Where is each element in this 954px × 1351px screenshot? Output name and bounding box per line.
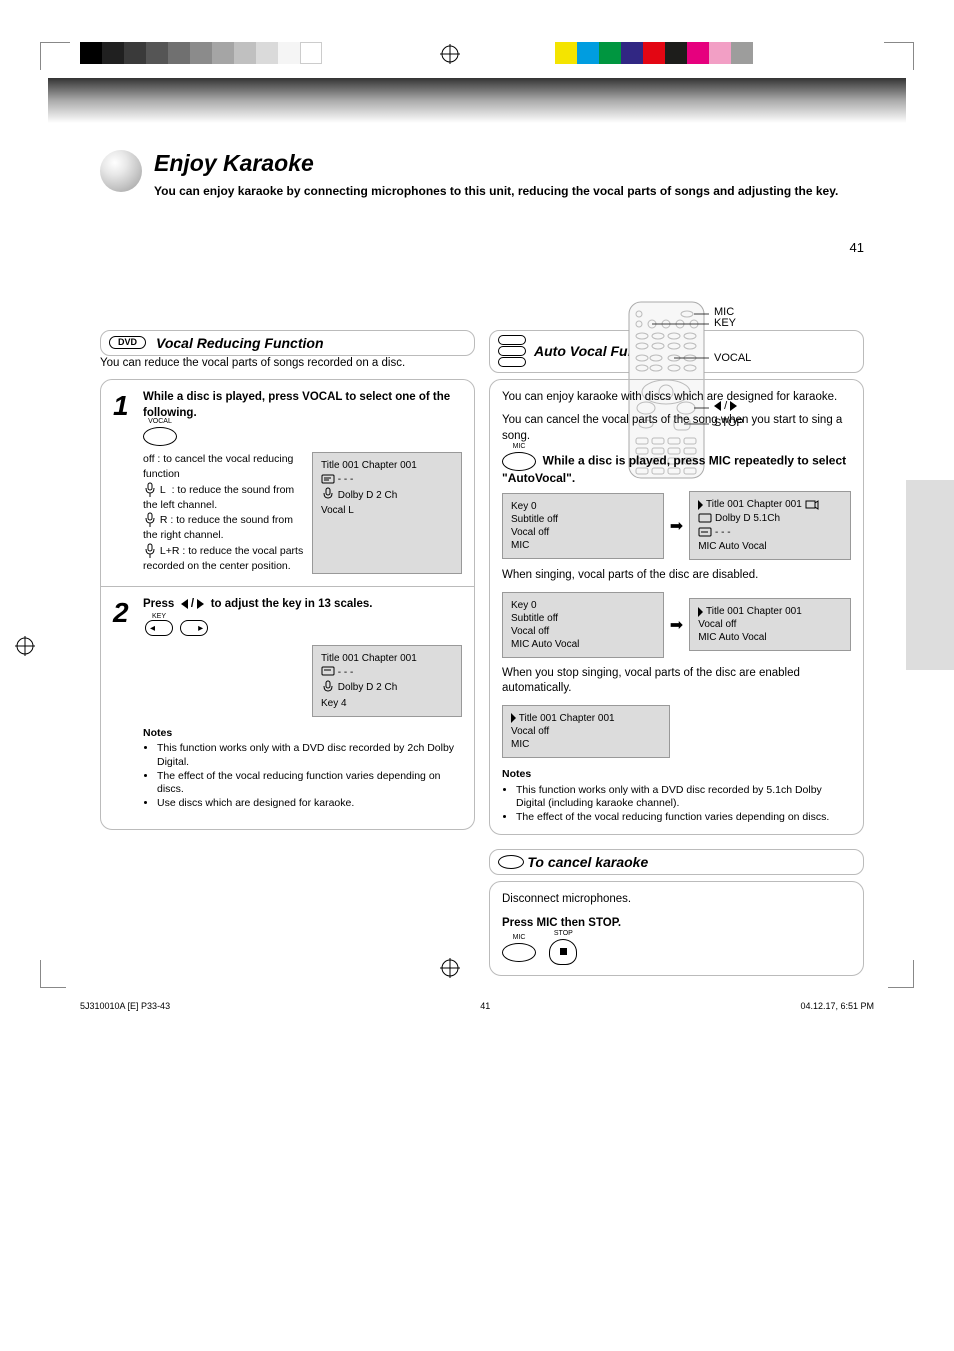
footer-page: 41 <box>480 1001 490 1011</box>
osd-subtitle: - - - <box>338 666 354 679</box>
registration-mark-icon <box>440 958 460 978</box>
osd-display: Key 0 Subtitle off Vocal off MIC <box>502 493 664 559</box>
option-l: L : to reduce the sound from the left ch… <box>143 482 304 513</box>
crop-mark-icon <box>40 960 66 988</box>
option-off: off : to cancel the vocal reducing funct… <box>143 452 304 481</box>
section-intro: You can enjoy karaoke with discs which a… <box>502 390 851 406</box>
option-lr: L+R : to reduce the vocal parts recorded… <box>143 543 304 574</box>
notes-heading: Notes <box>143 727 462 741</box>
crop-mark-icon <box>40 42 70 70</box>
osd-subtitle: - - - <box>338 473 354 486</box>
osd-line: MIC Auto Vocal <box>511 638 655 651</box>
osd-line: Vocal off <box>511 526 655 539</box>
note-item: The effect of the vocal reducing functio… <box>157 770 462 797</box>
osd-line: MIC Auto Vocal <box>698 540 842 553</box>
osd-display: Title 001 Chapter 001 Vocal off MIC Auto… <box>689 598 851 651</box>
footer: 5J310010A [E] P33-43 41 04.12.17, 6:51 P… <box>80 1001 874 1011</box>
osd-line: Key 0 <box>511 599 655 612</box>
page-subtitle: You can enjoy karaoke by connecting micr… <box>154 183 864 200</box>
grayscale-calibration <box>80 42 322 64</box>
osd-title: Title 001 Chapter 001 <box>321 652 453 665</box>
skip-fwd-button[interactable]: ▸ <box>180 620 208 636</box>
remote-label-vocal: VOCAL <box>714 352 751 364</box>
mic-button[interactable]: MIC <box>502 452 536 471</box>
step-number: 1 <box>113 390 143 422</box>
osd-line: MIC <box>511 539 655 552</box>
notes-list: This function works only with a DVD disc… <box>143 742 462 810</box>
osd-line: Vocal off <box>511 625 655 638</box>
steps-panel: You can enjoy karaoke with discs which a… <box>489 379 864 836</box>
step-text: While a disc is played, press VOCAL to s… <box>143 391 450 419</box>
note-item: This function works only with a DVD disc… <box>516 784 851 811</box>
notes-list: This function works only with a DVD disc… <box>502 784 851 825</box>
section-intro: You can cancel the vocal parts of the so… <box>502 413 851 444</box>
cancel-text: Disconnect microphones. <box>502 892 851 908</box>
osd-display: Title 001 Chapter 001 - - - Dolby D 2 Ch… <box>312 645 462 717</box>
osd-line: Subtitle off <box>511 612 655 625</box>
crop-mark-icon <box>888 960 914 988</box>
osd-display: Title 001 Chapter 001 - - - Dolby D 2 Ch… <box>312 452 462 573</box>
osd-title: Title 001 Chapter 001 <box>321 459 453 472</box>
page-title: Enjoy Karaoke <box>154 150 864 177</box>
crop-mark-icon <box>884 42 914 70</box>
stop-button[interactable]: STOP <box>549 939 577 965</box>
step-text: While a disc is played, press MIC repeat… <box>502 454 846 485</box>
osd-line: Title 001 Chapter 001 <box>519 713 615 724</box>
section-intro: You can reduce the vocal parts of songs … <box>100 356 475 372</box>
note-item: The effect of the vocal reducing functio… <box>516 811 851 825</box>
cancel-panel: Disconnect microphones. Press MIC then S… <box>489 881 864 976</box>
notes-heading: Notes <box>502 768 851 782</box>
osd-display: Key 0 Subtitle off Vocal off MIC Auto Vo… <box>502 592 664 658</box>
section-header-cancel: To cancel karaoke <box>489 849 864 875</box>
osd-line: Subtitle off <box>511 513 655 526</box>
osd-line: Title 001 Chapter 001 <box>706 606 802 617</box>
print-registration-top <box>0 0 954 100</box>
section-header-vocal-reducing: DVD Vocal Reducing Function <box>100 330 475 356</box>
osd-line: - - - <box>715 526 731 539</box>
section-title: Vocal Reducing Function <box>156 335 324 351</box>
cancel-text: Press MIC then STOP. <box>502 917 621 929</box>
color-calibration <box>555 42 753 64</box>
mic-button[interactable]: MIC <box>502 943 536 962</box>
vocal-button[interactable]: VOCAL <box>143 427 177 446</box>
bullet-sphere-icon <box>100 150 142 192</box>
step-text: Press / to adjust the key in 13 scales. <box>143 598 372 610</box>
dvd-badge-icon: DVD <box>109 336 146 349</box>
osd-line: MIC <box>511 738 661 751</box>
osd-line: Title 001 Chapter 001 <box>706 499 802 510</box>
osd-vocal-setting: Vocal L <box>321 504 453 517</box>
footer-date: 04.12.17, 6:51 PM <box>800 1001 874 1011</box>
arrow-right-icon: ➡ <box>670 516 683 536</box>
osd-key-setting: Key 4 <box>321 697 453 710</box>
footer-file: 5J310010A [E] P33-43 <box>80 1001 170 1011</box>
section-title: To cancel karaoke <box>527 854 648 870</box>
osd-line: Dolby D 5.1Ch <box>715 512 780 525</box>
osd-display: Title 001 Chapter 001 Dolby D 5.1Ch - - … <box>689 491 851 560</box>
disc-badge-icon <box>498 855 524 869</box>
osd-line: Vocal off <box>698 618 842 631</box>
osd-audio: Dolby D 2 Ch <box>338 489 397 502</box>
registration-mark-icon <box>440 44 460 64</box>
osd-display: Title 001 Chapter 001 Vocal off MIC <box>502 705 670 758</box>
osd-line: Vocal off <box>511 725 661 738</box>
option-r: R : to reduce the sound from the right c… <box>143 512 304 543</box>
osd-line: MIC Auto Vocal <box>698 631 842 644</box>
step-description: When you stop singing, vocal parts of th… <box>502 666 851 697</box>
note-item: Use discs which are designed for karaoke… <box>157 797 462 811</box>
arrow-right-icon: ➡ <box>670 615 683 635</box>
step-description: When singing, vocal parts of the disc ar… <box>502 568 851 584</box>
step-number: 2 <box>113 597 143 629</box>
steps-panel: 1 While a disc is played, press VOCAL to… <box>100 379 475 829</box>
header-gradient <box>48 78 906 123</box>
osd-line: Key 0 <box>511 500 655 513</box>
page-number: 41 <box>850 240 864 255</box>
remote-label-key: KEY <box>714 317 736 329</box>
skip-back-button[interactable]: KEY◂ <box>145 620 173 636</box>
note-item: This function works only with a DVD disc… <box>157 742 462 769</box>
disc-badge-icon <box>498 335 526 368</box>
osd-audio: Dolby D 2 Ch <box>338 681 397 694</box>
